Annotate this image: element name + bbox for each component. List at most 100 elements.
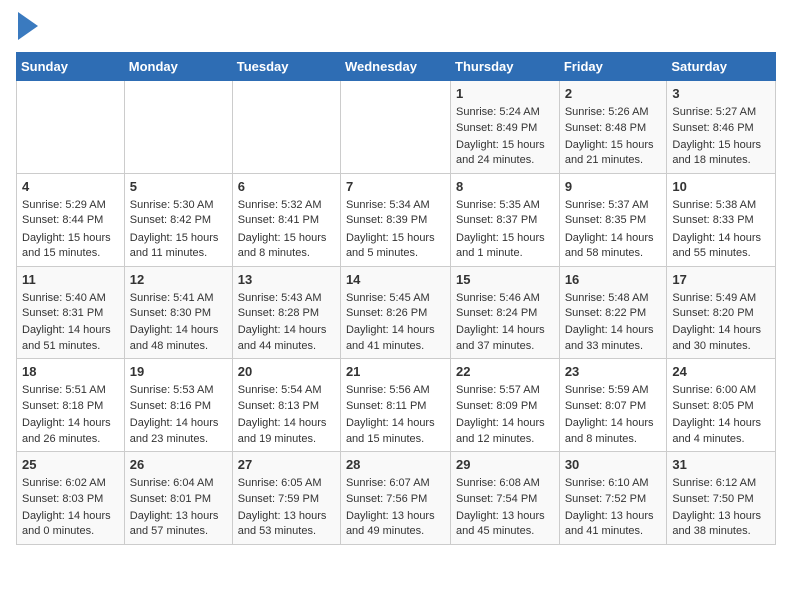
calendar-cell [232, 81, 340, 174]
calendar-cell: 5Sunrise: 5:30 AMSunset: 8:42 PMDaylight… [124, 173, 232, 266]
calendar-week-row: 11Sunrise: 5:40 AMSunset: 8:31 PMDayligh… [17, 266, 776, 359]
day-number: 12 [130, 271, 227, 289]
sunrise-text: Sunrise: 5:56 AM [346, 384, 430, 396]
daylight-text: Daylight: 15 hours and 21 minutes. [565, 138, 662, 169]
sunrise-text: Sunrise: 5:57 AM [456, 384, 540, 396]
day-number: 15 [456, 271, 554, 289]
daylight-text: Daylight: 13 hours and 38 minutes. [672, 509, 770, 540]
daylight-text: Daylight: 15 hours and 24 minutes. [456, 138, 554, 169]
calendar-cell: 4Sunrise: 5:29 AMSunset: 8:44 PMDaylight… [17, 173, 125, 266]
daylight-text: Daylight: 13 hours and 57 minutes. [130, 509, 227, 540]
column-header-saturday: Saturday [667, 53, 776, 81]
calendar-header-row: SundayMondayTuesdayWednesdayThursdayFrid… [17, 53, 776, 81]
calendar-cell: 28Sunrise: 6:07 AMSunset: 7:56 PMDayligh… [340, 452, 450, 545]
sunset-text: Sunset: 8:39 PM [346, 214, 427, 226]
sunrise-text: Sunrise: 5:34 AM [346, 199, 430, 211]
column-header-friday: Friday [559, 53, 667, 81]
daylight-text: Daylight: 15 hours and 18 minutes. [672, 138, 770, 169]
sunrise-text: Sunrise: 5:49 AM [672, 292, 756, 304]
sunrise-text: Sunrise: 5:46 AM [456, 292, 540, 304]
day-number: 28 [346, 456, 445, 474]
calendar-cell: 29Sunrise: 6:08 AMSunset: 7:54 PMDayligh… [451, 452, 560, 545]
calendar-cell: 22Sunrise: 5:57 AMSunset: 8:09 PMDayligh… [451, 359, 560, 452]
daylight-text: Daylight: 14 hours and 30 minutes. [672, 323, 770, 354]
daylight-text: Daylight: 14 hours and 15 minutes. [346, 416, 445, 447]
day-number: 4 [22, 178, 119, 196]
calendar-cell: 2Sunrise: 5:26 AMSunset: 8:48 PMDaylight… [559, 81, 667, 174]
sunset-text: Sunset: 8:28 PM [238, 307, 319, 319]
daylight-text: Daylight: 14 hours and 33 minutes. [565, 323, 662, 354]
sunrise-text: Sunrise: 5:48 AM [565, 292, 649, 304]
calendar-cell: 26Sunrise: 6:04 AMSunset: 8:01 PMDayligh… [124, 452, 232, 545]
sunset-text: Sunset: 8:11 PM [346, 400, 427, 412]
sunset-text: Sunset: 8:33 PM [672, 214, 753, 226]
sunset-text: Sunset: 8:22 PM [565, 307, 646, 319]
day-number: 22 [456, 363, 554, 381]
calendar-cell: 30Sunrise: 6:10 AMSunset: 7:52 PMDayligh… [559, 452, 667, 545]
sunrise-text: Sunrise: 5:35 AM [456, 199, 540, 211]
sunset-text: Sunset: 8:13 PM [238, 400, 319, 412]
calendar-cell: 24Sunrise: 6:00 AMSunset: 8:05 PMDayligh… [667, 359, 776, 452]
sunrise-text: Sunrise: 5:37 AM [565, 199, 649, 211]
sunset-text: Sunset: 8:03 PM [22, 493, 103, 505]
sunset-text: Sunset: 8:09 PM [456, 400, 537, 412]
day-number: 5 [130, 178, 227, 196]
sunset-text: Sunset: 8:48 PM [565, 122, 646, 134]
sunset-text: Sunset: 8:05 PM [672, 400, 753, 412]
day-number: 2 [565, 85, 662, 103]
calendar-cell: 11Sunrise: 5:40 AMSunset: 8:31 PMDayligh… [17, 266, 125, 359]
sunrise-text: Sunrise: 6:04 AM [130, 477, 214, 489]
daylight-text: Daylight: 14 hours and 55 minutes. [672, 231, 770, 262]
sunset-text: Sunset: 8:37 PM [456, 214, 537, 226]
daylight-text: Daylight: 13 hours and 45 minutes. [456, 509, 554, 540]
calendar-cell: 1Sunrise: 5:24 AMSunset: 8:49 PMDaylight… [451, 81, 560, 174]
daylight-text: Daylight: 14 hours and 48 minutes. [130, 323, 227, 354]
sunset-text: Sunset: 8:20 PM [672, 307, 753, 319]
sunset-text: Sunset: 8:18 PM [22, 400, 103, 412]
calendar-cell: 9Sunrise: 5:37 AMSunset: 8:35 PMDaylight… [559, 173, 667, 266]
calendar-week-row: 1Sunrise: 5:24 AMSunset: 8:49 PMDaylight… [17, 81, 776, 174]
daylight-text: Daylight: 13 hours and 53 minutes. [238, 509, 335, 540]
day-number: 9 [565, 178, 662, 196]
sunrise-text: Sunrise: 5:24 AM [456, 106, 540, 118]
sunrise-text: Sunrise: 6:07 AM [346, 477, 430, 489]
daylight-text: Daylight: 14 hours and 44 minutes. [238, 323, 335, 354]
day-number: 26 [130, 456, 227, 474]
calendar-cell [124, 81, 232, 174]
day-number: 23 [565, 363, 662, 381]
day-number: 21 [346, 363, 445, 381]
sunset-text: Sunset: 8:31 PM [22, 307, 103, 319]
daylight-text: Daylight: 15 hours and 11 minutes. [130, 231, 227, 262]
day-number: 14 [346, 271, 445, 289]
day-number: 16 [565, 271, 662, 289]
daylight-text: Daylight: 15 hours and 5 minutes. [346, 231, 445, 262]
day-number: 30 [565, 456, 662, 474]
daylight-text: Daylight: 14 hours and 37 minutes. [456, 323, 554, 354]
logo-icon [18, 12, 38, 40]
sunrise-text: Sunrise: 6:05 AM [238, 477, 322, 489]
calendar-cell: 10Sunrise: 5:38 AMSunset: 8:33 PMDayligh… [667, 173, 776, 266]
daylight-text: Daylight: 14 hours and 41 minutes. [346, 323, 445, 354]
sunrise-text: Sunrise: 5:43 AM [238, 292, 322, 304]
sunrise-text: Sunrise: 5:32 AM [238, 199, 322, 211]
day-number: 18 [22, 363, 119, 381]
day-number: 8 [456, 178, 554, 196]
calendar-cell [17, 81, 125, 174]
sunset-text: Sunset: 8:26 PM [346, 307, 427, 319]
sunrise-text: Sunrise: 6:08 AM [456, 477, 540, 489]
day-number: 1 [456, 85, 554, 103]
page-header [16, 16, 776, 40]
sunrise-text: Sunrise: 6:12 AM [672, 477, 756, 489]
sunrise-text: Sunrise: 5:59 AM [565, 384, 649, 396]
day-number: 17 [672, 271, 770, 289]
sunset-text: Sunset: 8:35 PM [565, 214, 646, 226]
sunset-text: Sunset: 7:52 PM [565, 493, 646, 505]
calendar-cell: 14Sunrise: 5:45 AMSunset: 8:26 PMDayligh… [340, 266, 450, 359]
day-number: 27 [238, 456, 335, 474]
sunset-text: Sunset: 7:54 PM [456, 493, 537, 505]
calendar-cell: 3Sunrise: 5:27 AMSunset: 8:46 PMDaylight… [667, 81, 776, 174]
daylight-text: Daylight: 13 hours and 49 minutes. [346, 509, 445, 540]
sunset-text: Sunset: 8:24 PM [456, 307, 537, 319]
calendar-table: SundayMondayTuesdayWednesdayThursdayFrid… [16, 52, 776, 545]
sunrise-text: Sunrise: 6:10 AM [565, 477, 649, 489]
